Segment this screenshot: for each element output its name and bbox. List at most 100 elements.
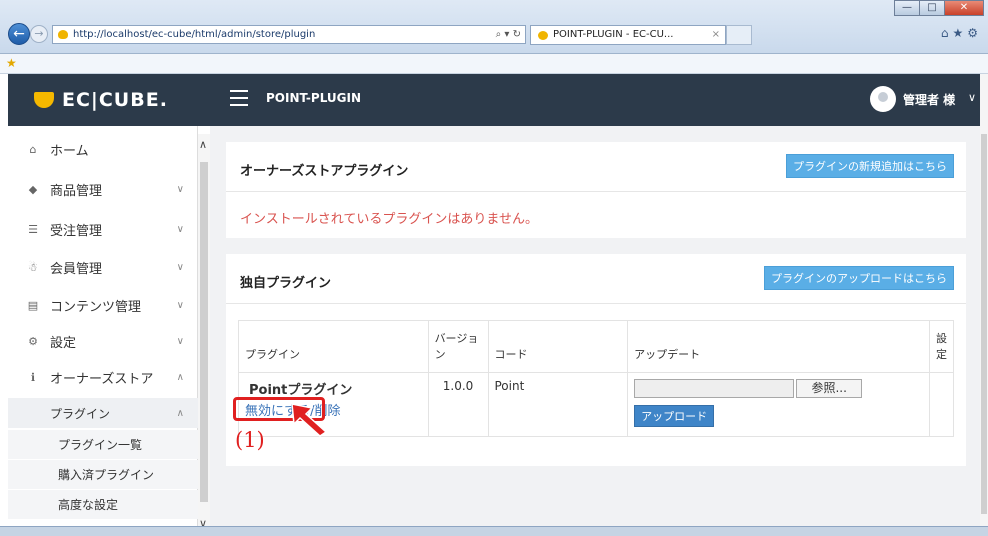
gear-icon: ⚙ <box>28 334 38 348</box>
page-title: POINT-PLUGIN <box>266 91 362 105</box>
sidebar-item-home[interactable]: ⌂ ホーム <box>8 130 198 168</box>
sidebar-item-label: 商品管理 <box>50 183 103 199</box>
scrollbar-thumb[interactable] <box>200 162 208 502</box>
users-icon: ☃ <box>28 260 38 274</box>
sidebar-item-label: コンテンツ管理 <box>50 299 142 315</box>
maximize-button[interactable]: □ <box>919 0 945 16</box>
user-name[interactable]: 管理者 様 <box>903 91 955 108</box>
panel-header: 独自プラグイン プラグインのアップロードはこちら <box>226 254 966 304</box>
sidebar-item-purchased-plugins[interactable]: 購入済プラグイン <box>8 460 198 489</box>
cart-icon: ☰ <box>28 222 38 236</box>
sidebar-item-label: 高度な設定 <box>58 498 119 512</box>
sidebar-item-label: オーナーズストア <box>50 371 154 387</box>
panel-header: オーナーズストアプラグイン プラグインの新規追加はこちら <box>226 142 966 192</box>
sidebar-item-owners-store[interactable]: ℹ オーナーズストア ∧ <box>8 358 198 396</box>
cursor-arrow-icon <box>291 403 328 437</box>
main-content: オーナーズストアプラグイン プラグインの新規追加はこちら インストールされている… <box>210 126 980 526</box>
browser-tab[interactable]: POINT-PLUGIN - EC-CU... × <box>530 25 726 45</box>
tag-icon: ◆ <box>28 182 38 196</box>
plugin-name: Pointプラグイン <box>249 383 353 398</box>
address-bar[interactable]: http://localhost/ec-cube/html/admin/stor… <box>52 25 526 44</box>
chevron-down-icon: ∨ <box>176 261 184 273</box>
tab-close-icon[interactable]: × <box>712 26 720 44</box>
app-header: EC|CUBE. POINT-PLUGIN 管理者 様 ∨ <box>8 74 988 126</box>
version-cell: 1.0.0 <box>427 372 489 437</box>
browser-toolbar: — □ ✕ ← → http://localhost/ec-cube/html/… <box>0 0 988 54</box>
table-header-row: プラグイン バージョン コード アップデート 設定 <box>238 320 955 373</box>
owners-store-plugin-panel: オーナーズストアプラグイン プラグインの新規追加はこちら インストールされている… <box>226 142 966 238</box>
col-header-update: アップデート <box>627 320 930 373</box>
sidebar-item-label: ホーム <box>50 143 89 159</box>
code-cell: Point <box>487 372 629 437</box>
annotation-label: (1) <box>235 428 265 452</box>
file-input[interactable]: 参照... <box>634 379 923 398</box>
sidebar: ⌂ ホーム ◆ 商品管理 ∨ ☰ 受注管理 ∨ ☃ 会員管理 ∨ ▤ コンテンツ… <box>8 126 198 526</box>
chevron-up-icon[interactable]: ∧ <box>199 138 207 151</box>
sidebar-item-label: 購入済プラグイン <box>58 468 155 482</box>
sidebar-item-members[interactable]: ☃ 会員管理 ∨ <box>8 248 198 286</box>
browser-toolbar-icons[interactable]: ⌂★⚙ <box>941 26 982 40</box>
col-header-plugin: プラグイン <box>238 320 429 373</box>
minimize-button[interactable]: — <box>894 0 920 16</box>
back-button[interactable]: ← <box>8 23 30 45</box>
close-window-button[interactable]: ✕ <box>944 0 984 16</box>
taskbar <box>0 526 988 536</box>
file-icon: ▤ <box>27 298 39 312</box>
chevron-down-icon: ∨ <box>176 223 184 235</box>
panel-title: オーナーズストアプラグイン <box>240 164 409 179</box>
site-favicon-icon <box>58 30 68 39</box>
address-tools[interactable]: ⌕ ▾ ↻ <box>496 26 521 43</box>
table-row: Pointプラグイン 無効にする/削除 1.0.0 Point 参照... アッ… <box>238 372 955 437</box>
sidebar-item-advanced-settings[interactable]: 高度な設定 <box>8 490 198 519</box>
new-tab-button[interactable] <box>726 25 752 45</box>
forward-button[interactable]: → <box>30 25 48 43</box>
sidebar-item-settings[interactable]: ⚙ 設定 ∨ <box>8 322 198 360</box>
main-scrollbar[interactable] <box>980 74 988 536</box>
tab-favicon-icon <box>538 31 548 40</box>
custom-plugin-panel: 独自プラグイン プラグインのアップロードはこちら プラグイン バージョン コード… <box>226 254 966 466</box>
panel-title: 独自プラグイン <box>240 276 332 291</box>
logo-text: EC|CUBE. <box>62 89 168 111</box>
empty-message: インストールされているプラグインはありません。 <box>240 212 538 227</box>
sidebar-item-label: プラグイン一覧 <box>58 438 143 452</box>
chevron-down-icon: ∨ <box>176 335 184 347</box>
col-header-settings: 設定 <box>928 320 955 373</box>
upload-button[interactable]: アップロード <box>634 405 715 427</box>
chevron-up-icon: ∧ <box>176 371 184 383</box>
browse-button[interactable]: 参照... <box>796 379 863 398</box>
sidebar-item-contents[interactable]: ▤ コンテンツ管理 ∨ <box>8 286 198 324</box>
col-header-code: コード <box>487 320 629 373</box>
logo-icon <box>34 92 54 108</box>
chevron-down-icon: ∨ <box>176 183 184 195</box>
plugin-table: プラグイン バージョン コード アップデート 設定 Pointプラグイン 無効に… <box>238 320 955 437</box>
ec-cube-logo[interactable]: EC|CUBE. <box>34 89 168 111</box>
scrollbar-thumb[interactable] <box>981 134 987 514</box>
tab-title: POINT-PLUGIN - EC-CU... <box>553 29 674 40</box>
chevron-down-icon[interactable]: ∨ <box>968 91 976 104</box>
sidebar-item-orders[interactable]: ☰ 受注管理 ∨ <box>8 210 198 248</box>
address-url: http://localhost/ec-cube/html/admin/stor… <box>73 29 316 40</box>
favorites-bar: ★ <box>0 54 988 74</box>
sidebar-scrollbar[interactable]: ∧ ∨ <box>198 134 210 530</box>
chevron-down-icon: ∨ <box>176 299 184 311</box>
sidebar-item-label: 受注管理 <box>50 223 103 239</box>
file-path-field[interactable] <box>634 379 795 398</box>
sidebar-item-label: 会員管理 <box>50 261 103 277</box>
sidebar-item-plugin[interactable]: プラグイン ∧ <box>8 398 198 428</box>
add-plugin-button[interactable]: プラグインの新規追加はこちら <box>786 154 954 178</box>
favorites-star-icon[interactable]: ★ <box>6 56 17 70</box>
chevron-up-icon: ∧ <box>176 407 184 419</box>
upload-plugin-button[interactable]: プラグインのアップロードはこちら <box>764 266 954 290</box>
sidebar-item-products[interactable]: ◆ 商品管理 ∨ <box>8 170 198 208</box>
update-cell: 参照... アップロード <box>627 372 930 437</box>
home-icon: ⌂ <box>29 142 37 156</box>
sidebar-item-label: 設定 <box>50 335 77 351</box>
avatar[interactable] <box>870 86 896 112</box>
info-icon: ℹ <box>30 370 36 384</box>
menu-toggle-icon[interactable] <box>230 90 248 106</box>
settings-cell <box>928 372 955 437</box>
sidebar-item-label: プラグイン <box>50 406 111 421</box>
col-header-version: バージョン <box>427 320 489 373</box>
window-controls: — □ ✕ <box>894 0 984 16</box>
sidebar-item-plugin-list[interactable]: プラグイン一覧 <box>8 430 198 459</box>
